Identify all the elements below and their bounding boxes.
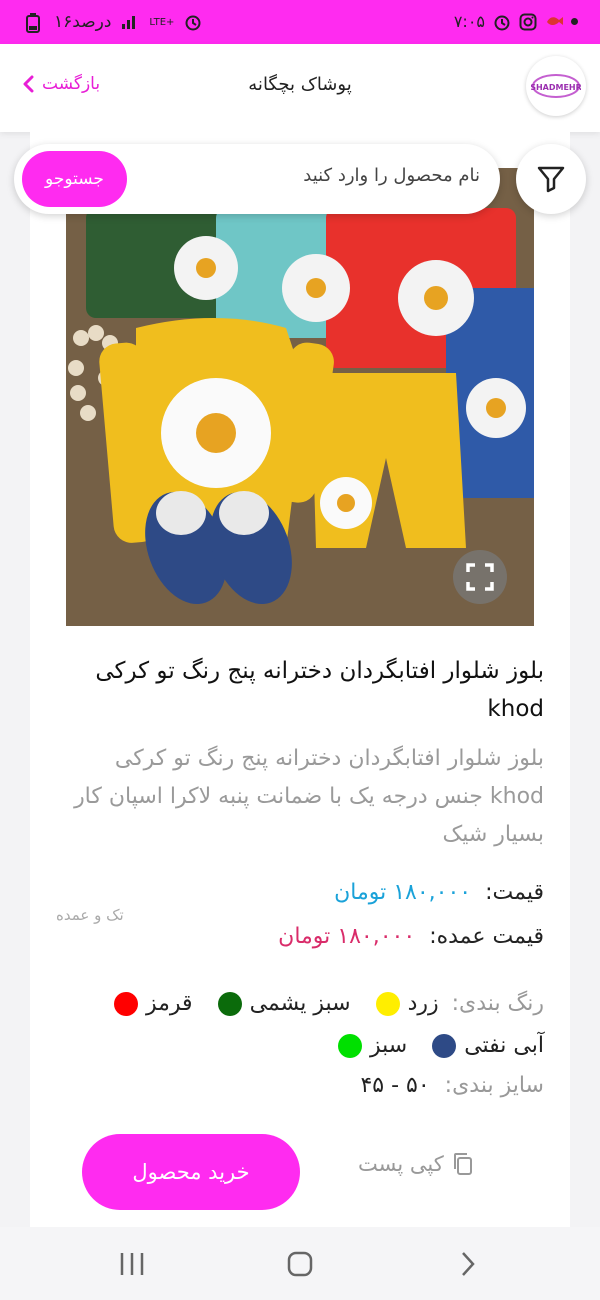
instagram-icon <box>519 13 537 31</box>
wholesale-price-label: قیمت عمده: <box>429 924 544 949</box>
copy-post-label: کپی پست <box>358 1152 444 1176</box>
color-option: سبز یشمی <box>217 983 351 1025</box>
app-header: SHADMEHR پوشاک بچگانه بازگشت <box>0 44 600 132</box>
app-icon <box>545 13 563 31</box>
network-type: LTE+ <box>149 16 175 28</box>
product-title: بلوز شلوار افتابگردان دخترانه پنج رنگ تو… <box>95 658 544 722</box>
product-description: بلوز شلوار افتابگردان دخترانه پنج رنگ تو… <box>74 746 544 847</box>
color-name: زرد <box>407 991 439 1016</box>
notification-dot-icon <box>571 18 578 25</box>
sizes-value: ۵۰ - ۴۵ <box>360 1073 430 1098</box>
color-swatch <box>375 992 400 1016</box>
home-button[interactable] <box>280 1249 320 1279</box>
buy-product-button[interactable]: خرید محصول <box>82 1134 300 1210</box>
filter-button[interactable] <box>516 144 586 214</box>
alarm-clock-icon <box>493 13 511 31</box>
system-nav-bar <box>0 1227 600 1300</box>
price-value: ۱۸۰,۰۰۰ تومان <box>334 880 472 905</box>
copy-icon <box>453 1153 472 1175</box>
color-option: قرمز <box>113 983 193 1025</box>
battery-icon <box>26 13 44 33</box>
status-right: ۷:۰۵ <box>454 12 578 31</box>
chevron-left-icon <box>23 75 34 93</box>
colors-label: رنگ بندی: <box>451 991 544 1016</box>
chevron-right-icon <box>462 1252 475 1276</box>
status-left: ۱۶درصد LTE+ <box>26 12 202 33</box>
size-options: سایز بندی: ۵۰ - ۴۵ <box>360 1073 544 1098</box>
sizes-label: سایز بندی: <box>444 1073 544 1098</box>
status-bar: ۱۶درصد LTE+ ۷:۰۵ <box>0 0 600 44</box>
search-button[interactable]: جستوجو <box>22 151 127 207</box>
color-swatch <box>217 992 242 1016</box>
system-back-button[interactable] <box>448 1249 488 1279</box>
alarm-icon <box>184 13 202 31</box>
back-button[interactable]: بازگشت <box>22 74 100 94</box>
color-name: سبز <box>369 1033 408 1058</box>
recent-apps-icon <box>120 1253 144 1275</box>
color-option: زرد <box>375 983 439 1025</box>
clock: ۷:۰۵ <box>453 12 485 31</box>
color-option: سبز <box>337 1025 408 1067</box>
battery-percent: ۱۶درصد <box>54 12 112 32</box>
fullscreen-button[interactable] <box>453 550 507 604</box>
color-swatch <box>337 1034 362 1058</box>
color-swatch <box>113 992 138 1016</box>
price-label: قیمت: <box>485 880 544 905</box>
back-label: بازگشت <box>42 74 101 94</box>
color-name: قرمز <box>145 991 193 1016</box>
color-name: سبز یشمی <box>249 991 351 1016</box>
home-icon <box>287 1251 313 1277</box>
search-bar: جستوجو <box>14 144 500 214</box>
color-option: آبی نفتی <box>432 1025 544 1067</box>
color-name: آبی نفتی <box>464 1033 544 1058</box>
color-swatch <box>432 1034 457 1058</box>
color-options: رنگ بندی: زرد سبز یشمی قرمز آبی نفتی سبز <box>54 983 544 1067</box>
recent-apps-button[interactable] <box>112 1249 152 1279</box>
price-row: قیمت: ۱۸۰,۰۰۰ تومان <box>334 880 544 905</box>
filter-icon <box>537 166 565 193</box>
search-input[interactable] <box>158 164 482 187</box>
wholesale-price-value: ۱۸۰,۰۰۰ تومان <box>278 924 416 949</box>
sale-type-badge: تک و عمده <box>56 906 124 924</box>
copy-post-button[interactable]: کپی پست <box>358 1152 474 1176</box>
fullscreen-icon <box>466 563 494 591</box>
wholesale-price-row: قیمت عمده: ۱۸۰,۰۰۰ تومان <box>278 924 544 949</box>
signal-icon <box>121 13 139 31</box>
